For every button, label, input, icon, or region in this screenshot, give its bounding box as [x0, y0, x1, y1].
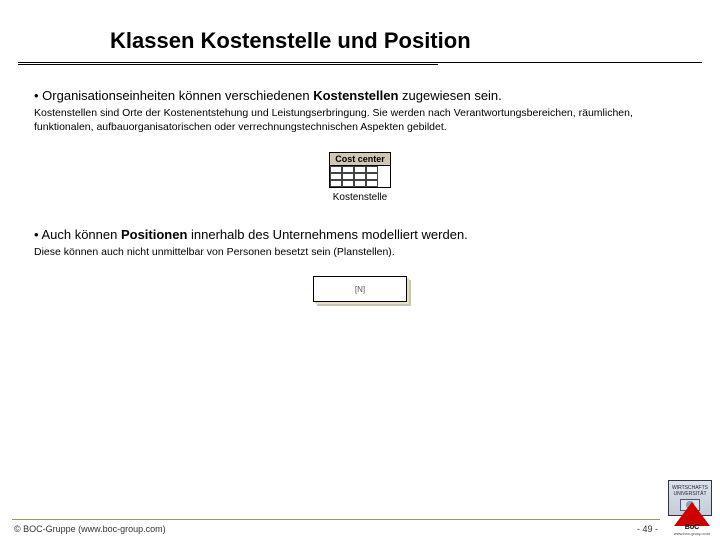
bullet1-pre: • Organisationseinheiten können verschie… [34, 88, 313, 103]
bullet-positionen: • Auch können Positionen innerhalb des U… [34, 227, 686, 242]
position-icon: [N] [313, 276, 407, 302]
costcenter-grid [330, 166, 390, 187]
page-title: Klassen Kostenstelle und Position [110, 28, 471, 54]
copyright-text: © BOC-Gruppe (www.boc-group.com) [14, 524, 166, 534]
bullet-kostenstellen: • Organisationseinheiten können verschie… [34, 88, 686, 103]
bullet2-bold: Positionen [121, 227, 187, 242]
logo-boc: BoC www.boc-group.com [668, 502, 716, 538]
content-area: • Organisationseinheiten können verschie… [34, 88, 686, 302]
figure-position: [N] [34, 276, 686, 302]
slide: Klassen Kostenstelle und Position • Orga… [0, 0, 720, 540]
desc-positionen: Diese können auch nicht unmittelbar von … [34, 245, 686, 259]
costcenter-header: Cost center [330, 153, 390, 166]
title-underline-2 [18, 64, 438, 65]
bullet2-pre: • Auch können [34, 227, 121, 242]
page-number: - 49 - [637, 524, 658, 534]
costcenter-icon: Cost center [329, 152, 391, 188]
bullet2-post: innerhalb des Unternehmens modelliert we… [187, 227, 467, 242]
figure-costcenter: Cost center Kostenstelle [34, 152, 686, 203]
logo-uni-line2: UNIVERSITÄT [673, 491, 706, 497]
footer: © BOC-Gruppe (www.boc-group.com) - 49 - [0, 518, 720, 540]
boc-text: BoC [668, 524, 716, 531]
desc-kostenstellen: Kostenstellen sind Orte der Kostenentste… [34, 106, 686, 134]
boc-triangle-icon [674, 502, 710, 526]
costcenter-label: Kostenstelle [34, 192, 686, 203]
boc-url: www.boc-group.com [668, 531, 716, 536]
bullet1-bold: Kostenstellen [313, 88, 398, 103]
title-underline-1 [18, 62, 702, 63]
bullet1-post: zugewiesen sein. [398, 88, 501, 103]
